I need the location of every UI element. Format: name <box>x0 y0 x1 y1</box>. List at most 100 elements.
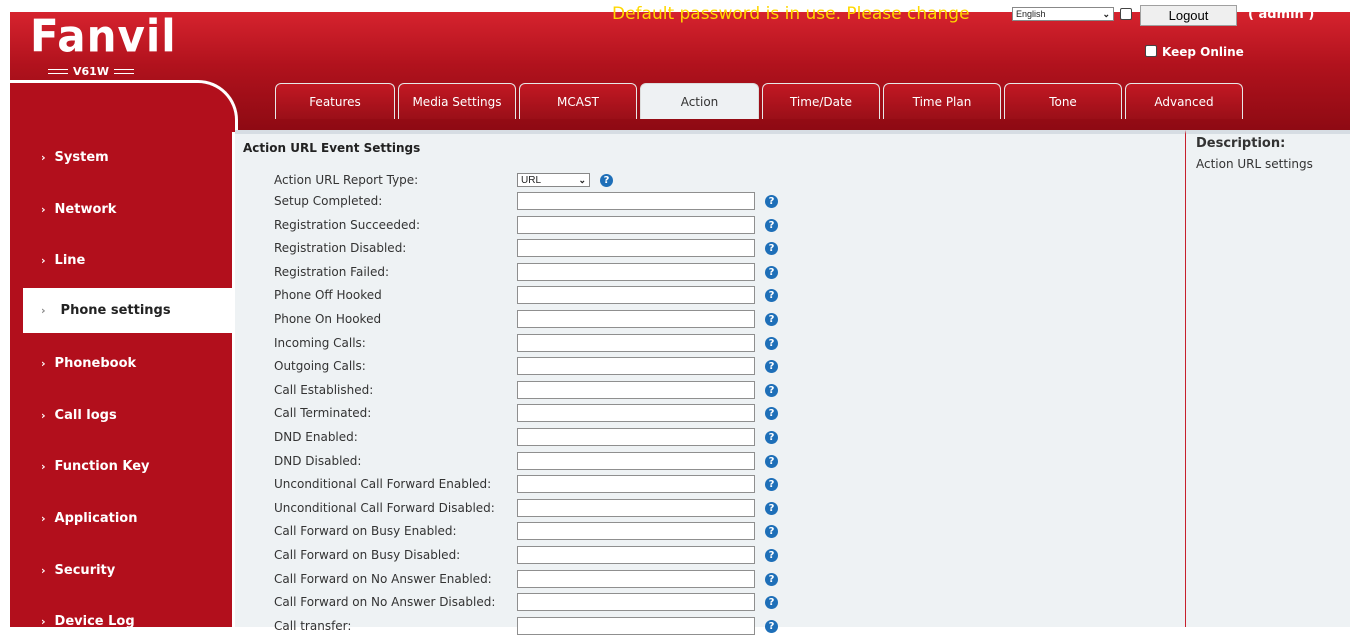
help-icon[interactable]: ? <box>765 359 778 373</box>
sidebar-item-phone-settings[interactable]: › Phone settings <box>23 288 233 333</box>
logo-bars-right <box>113 69 134 74</box>
keep-online-checkbox[interactable] <box>1145 45 1157 57</box>
report-type-label: Action URL Report Type: <box>274 173 419 187</box>
event-url-row: Call transfer:? <box>274 616 778 636</box>
tab-media-settings[interactable]: Media Settings <box>398 83 516 119</box>
help-icon[interactable]: ? <box>765 194 778 208</box>
event-url-row: Phone On Hooked? <box>274 309 778 329</box>
tab-features[interactable]: Features <box>275 83 395 119</box>
event-url-input[interactable] <box>517 617 755 635</box>
event-url-input[interactable] <box>517 499 755 517</box>
event-url-row: Registration Failed:? <box>274 262 778 282</box>
chevron-right-icon: › <box>41 511 46 525</box>
sidebar-item-phonebook[interactable]: › Phonebook <box>10 345 232 381</box>
help-icon[interactable]: ? <box>765 406 778 420</box>
help-icon[interactable]: ? <box>765 241 778 255</box>
chevron-right-icon: › <box>41 202 46 216</box>
event-url-row: Phone Off Hooked? <box>274 285 778 305</box>
event-url-row: Call Forward on No Answer Disabled:? <box>274 592 778 612</box>
description-title: Description: <box>1196 136 1286 151</box>
tab-time-plan[interactable]: Time Plan <box>883 83 1001 119</box>
event-url-input[interactable] <box>517 310 755 328</box>
help-icon[interactable]: ? <box>765 548 778 562</box>
event-url-label: DND Enabled: <box>274 430 358 444</box>
logout-button[interactable]: Logout <box>1140 5 1237 26</box>
help-icon[interactable]: ? <box>765 454 778 468</box>
event-url-input[interactable] <box>517 522 755 540</box>
help-icon[interactable]: ? <box>765 595 778 609</box>
event-url-label: Phone On Hooked <box>274 312 382 326</box>
chevron-down-icon: ⌄ <box>578 174 586 185</box>
help-icon[interactable]: ? <box>765 265 778 279</box>
event-url-label: Call transfer: <box>274 619 352 633</box>
report-type-select[interactable]: URL ⌄ <box>517 173 590 187</box>
event-url-row: Registration Succeeded:? <box>274 215 778 235</box>
chevron-right-icon: › <box>41 253 46 267</box>
tab-time-date[interactable]: Time/Date <box>762 83 880 119</box>
event-url-input[interactable] <box>517 239 755 257</box>
model-label: V61W <box>32 65 150 78</box>
event-url-input[interactable] <box>517 452 755 470</box>
event-url-label: Unconditional Call Forward Enabled: <box>274 477 492 491</box>
event-url-input[interactable] <box>517 381 755 399</box>
event-url-input[interactable] <box>517 593 755 611</box>
event-url-input[interactable] <box>517 216 755 234</box>
event-url-input[interactable] <box>517 192 755 210</box>
chevron-right-icon: › <box>41 563 46 577</box>
event-url-row: Setup Completed:? <box>274 191 778 211</box>
tab-mcast[interactable]: MCAST <box>519 83 637 119</box>
event-url-label: Call Established: <box>274 383 374 397</box>
chevron-right-icon: › <box>41 408 46 422</box>
tab-bar: Features Media Settings MCAST Action Tim… <box>275 83 1246 119</box>
event-url-input[interactable] <box>517 404 755 422</box>
event-url-input[interactable] <box>517 428 755 446</box>
help-icon[interactable]: ? <box>765 430 778 444</box>
sidebar-item-function-key[interactable]: › Function Key <box>10 448 232 484</box>
sidebar-item-security[interactable]: › Security <box>10 552 232 588</box>
sidebar-item-label: Call logs <box>54 407 117 423</box>
user-label: ( admin ) <box>1248 7 1315 22</box>
event-url-input[interactable] <box>517 546 755 564</box>
description-panel <box>1185 130 1350 627</box>
tab-action[interactable]: Action <box>640 83 759 119</box>
sidebar-item-call-logs[interactable]: › Call logs <box>10 397 232 433</box>
tab-tone[interactable]: Tone <box>1004 83 1122 119</box>
help-icon[interactable]: ? <box>765 288 778 302</box>
event-url-label: Registration Succeeded: <box>274 218 421 232</box>
event-url-label: Call Forward on No Answer Enabled: <box>274 572 492 586</box>
language-select[interactable]: English ⌄ <box>1012 7 1114 21</box>
event-url-input[interactable] <box>517 286 755 304</box>
section-title: Action URL Event Settings <box>243 141 421 155</box>
language-checkbox[interactable] <box>1120 8 1132 20</box>
event-url-input[interactable] <box>517 263 755 281</box>
help-icon[interactable]: ? <box>765 524 778 538</box>
help-icon[interactable]: ? <box>765 336 778 350</box>
event-url-label: Phone Off Hooked <box>274 288 382 302</box>
tab-advanced[interactable]: Advanced <box>1125 83 1243 119</box>
event-url-row: Call Established:? <box>274 380 778 400</box>
sidebar-item-application[interactable]: › Application <box>10 500 232 536</box>
help-icon[interactable]: ? <box>765 501 778 515</box>
event-url-row: Unconditional Call Forward Enabled:? <box>274 474 778 494</box>
logo-bars-left <box>48 69 69 74</box>
help-icon[interactable]: ? <box>765 477 778 491</box>
event-url-label: Call Forward on Busy Disabled: <box>274 548 461 562</box>
default-password-warning: Default password is in use. Please chang… <box>612 4 970 24</box>
help-icon[interactable]: ? <box>600 173 613 187</box>
event-url-input[interactable] <box>517 357 755 375</box>
help-icon[interactable]: ? <box>765 383 778 397</box>
event-url-row: Outgoing Calls:? <box>274 356 778 376</box>
help-icon[interactable]: ? <box>765 218 778 232</box>
event-url-input[interactable] <box>517 334 755 352</box>
sidebar-item-network[interactable]: › Network <box>10 191 232 227</box>
help-icon[interactable]: ? <box>765 619 778 633</box>
sidebar-item-line[interactable]: › Line <box>10 242 232 278</box>
help-icon[interactable]: ? <box>765 312 778 326</box>
model-text: V61W <box>73 65 109 78</box>
report-type-value: URL <box>521 174 542 186</box>
help-icon[interactable]: ? <box>765 572 778 586</box>
event-url-input[interactable] <box>517 570 755 588</box>
event-url-input[interactable] <box>517 475 755 493</box>
sidebar-item-device-log[interactable]: › Device Log <box>10 603 232 639</box>
sidebar-item-system[interactable]: › System <box>10 139 232 175</box>
